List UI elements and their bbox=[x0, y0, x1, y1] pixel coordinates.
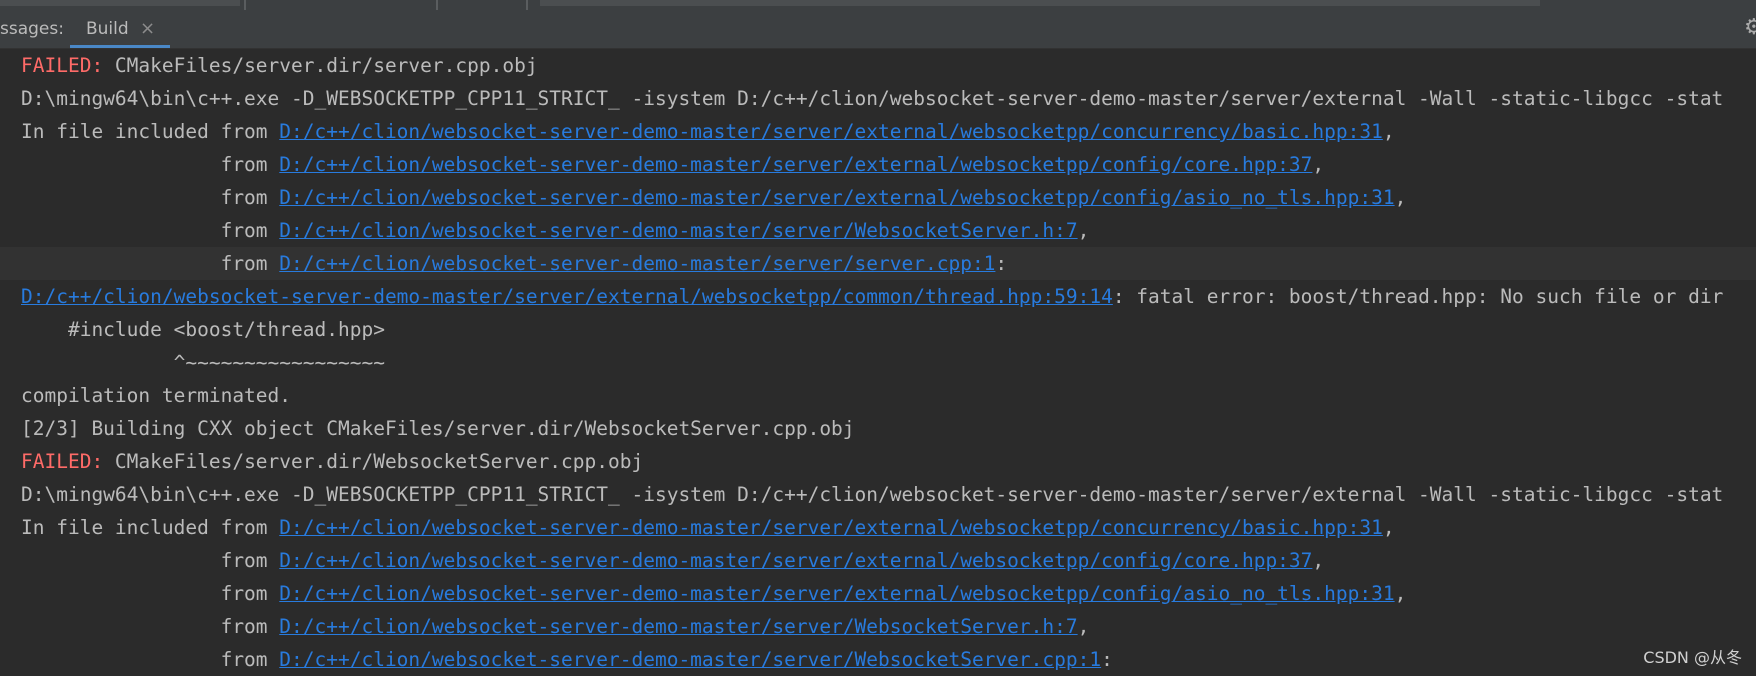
console-line: ^~~~~~~~~~~~~~~~~~ bbox=[0, 346, 1756, 379]
line-text: from bbox=[21, 219, 280, 242]
line-suffix: , bbox=[1312, 153, 1325, 176]
line-suffix: : bbox=[995, 252, 1008, 275]
console-line: [2/3] Building CXX object CMakeFiles/ser… bbox=[0, 412, 1756, 445]
line-suffix: , bbox=[1382, 516, 1395, 539]
line-text: D:\mingw64\bin\c++.exe -D_WEBSOCKETPP_CP… bbox=[21, 483, 1724, 506]
line-text: [2/3] Building CXX object CMakeFiles/ser… bbox=[21, 417, 855, 440]
line-text: from bbox=[21, 615, 280, 638]
line-text: In file included from bbox=[21, 120, 280, 143]
file-link[interactable]: D:/c++/clion/websocket-server-demo-maste… bbox=[279, 582, 1394, 605]
console-line: FAILED: CMakeFiles/server.dir/server.cpp… bbox=[0, 49, 1756, 82]
file-link[interactable]: D:/c++/clion/websocket-server-demo-maste… bbox=[279, 219, 1077, 242]
tab-build[interactable]: Build × bbox=[70, 10, 170, 48]
line-text: ^~~~~~~~~~~~~~~~~~ bbox=[21, 351, 385, 374]
file-link[interactable]: D:/c++/clion/websocket-server-demo-maste… bbox=[279, 648, 1101, 671]
console-line: from D:/c++/clion/websocket-server-demo-… bbox=[0, 577, 1756, 610]
messages-toolbar: ssages: Build × ⚙ bbox=[0, 10, 1756, 49]
line-text: In file included from bbox=[21, 516, 280, 539]
console-line: from D:/c++/clion/websocket-server-demo-… bbox=[0, 214, 1756, 247]
line-text: CMakeFiles/server.dir/WebsocketServer.cp… bbox=[103, 450, 644, 473]
gear-icon[interactable]: ⚙ bbox=[1744, 15, 1756, 40]
line-text: from bbox=[21, 648, 280, 671]
file-link[interactable]: D:/c++/clion/websocket-server-demo-maste… bbox=[279, 549, 1312, 572]
line-suffix: , bbox=[1394, 186, 1407, 209]
top-strip-divider bbox=[526, 0, 528, 10]
line-text: compilation terminated. bbox=[21, 384, 292, 407]
console-line: D:\mingw64\bin\c++.exe -D_WEBSOCKETPP_CP… bbox=[0, 478, 1756, 511]
console-line: In file included from D:/c++/clion/webso… bbox=[0, 115, 1756, 148]
error-message: : fatal error: boost/thread.hpp: No such… bbox=[1112, 285, 1724, 308]
line-suffix: : bbox=[1101, 648, 1113, 671]
watermark: CSDN @从冬 bbox=[1643, 648, 1742, 667]
line-suffix: , bbox=[1312, 549, 1325, 572]
line-text: D:\mingw64\bin\c++.exe -D_WEBSOCKETPP_CP… bbox=[21, 87, 1724, 110]
top-strip-divider bbox=[436, 0, 438, 10]
console-line: from D:/c++/clion/websocket-server-demo-… bbox=[0, 643, 1756, 676]
top-strip-scrollbar[interactable] bbox=[540, 0, 1540, 6]
console-line: compilation terminated. bbox=[0, 379, 1756, 412]
file-link[interactable]: D:/c++/clion/websocket-server-demo-maste… bbox=[279, 120, 1383, 143]
line-text: from bbox=[21, 153, 280, 176]
console-line: In file included from D:/c++/clion/webso… bbox=[0, 511, 1756, 544]
build-output-console[interactable]: FAILED: CMakeFiles/server.dir/server.cpp… bbox=[0, 49, 1756, 676]
failed-label: FAILED: bbox=[21, 450, 104, 473]
file-link[interactable]: D:/c++/clion/websocket-server-demo-maste… bbox=[279, 615, 1077, 638]
line-suffix: , bbox=[1382, 120, 1395, 143]
line-suffix: , bbox=[1077, 219, 1090, 242]
console-line: from D:/c++/clion/websocket-server-demo-… bbox=[0, 181, 1756, 214]
console-line: D:/c++/clion/websocket-server-demo-maste… bbox=[0, 280, 1756, 313]
line-suffix: , bbox=[1077, 615, 1090, 638]
close-icon[interactable]: × bbox=[140, 18, 155, 39]
line-text: CMakeFiles/server.dir/server.cpp.obj bbox=[103, 54, 538, 77]
file-link[interactable]: D:/c++/clion/websocket-server-demo-maste… bbox=[279, 153, 1312, 176]
console-line: from D:/c++/clion/websocket-server-demo-… bbox=[0, 610, 1756, 643]
console-line-highlighted: from D:/c++/clion/websocket-server-demo-… bbox=[0, 247, 1756, 280]
top-strip-divider bbox=[244, 0, 246, 10]
line-text: from bbox=[21, 186, 280, 209]
failed-label: FAILED: bbox=[21, 54, 104, 77]
file-link[interactable]: D:/c++/clion/websocket-server-demo-maste… bbox=[21, 285, 1113, 308]
tab-build-label: Build bbox=[86, 19, 129, 39]
line-text: #include <boost/thread.hpp> bbox=[21, 318, 385, 341]
messages-panel-label: ssages: bbox=[0, 19, 64, 39]
line-text: from bbox=[21, 252, 280, 275]
line-suffix: , bbox=[1394, 582, 1407, 605]
line-text: from bbox=[21, 582, 280, 605]
top-strip bbox=[0, 0, 1756, 10]
console-line: D:\mingw64\bin\c++.exe -D_WEBSOCKETPP_CP… bbox=[0, 82, 1756, 115]
console-line: from D:/c++/clion/websocket-server-demo-… bbox=[0, 148, 1756, 181]
console-line: from D:/c++/clion/websocket-server-demo-… bbox=[0, 544, 1756, 577]
console-line: FAILED: CMakeFiles/server.dir/WebsocketS… bbox=[0, 445, 1756, 478]
file-link[interactable]: D:/c++/clion/websocket-server-demo-maste… bbox=[279, 516, 1383, 539]
top-strip-segment bbox=[0, 0, 240, 6]
line-text: from bbox=[21, 549, 280, 572]
file-link[interactable]: D:/c++/clion/websocket-server-demo-maste… bbox=[279, 186, 1394, 209]
console-line: #include <boost/thread.hpp> bbox=[0, 313, 1756, 346]
file-link[interactable]: D:/c++/clion/websocket-server-demo-maste… bbox=[279, 252, 995, 275]
